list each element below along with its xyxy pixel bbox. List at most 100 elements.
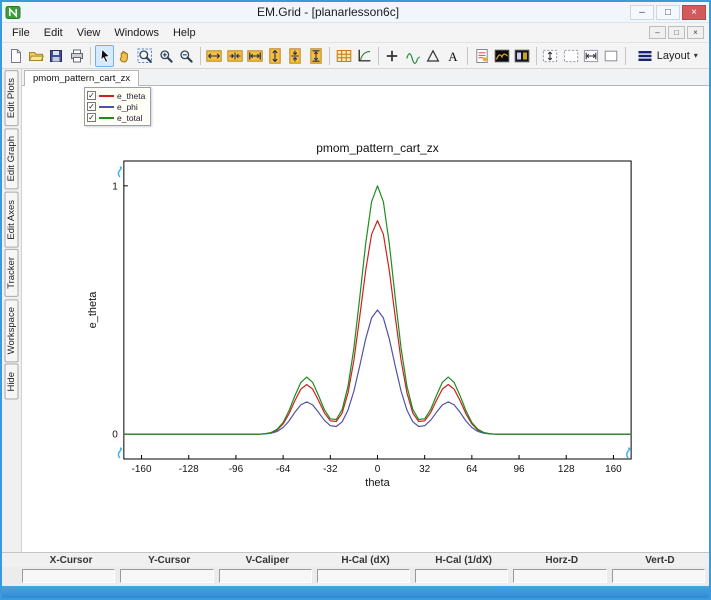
minimize-button[interactable]: – [630,5,654,20]
legend-box[interactable]: ✓e_theta✓e_phi✓e_total [84,87,151,126]
menu-edit[interactable]: Edit [37,25,70,41]
minimize-icon: – [639,7,645,18]
close-icon: × [693,28,698,37]
status-cell-x-cursor [22,569,115,583]
chart-svg[interactable]: pmom_pattern_cart_zx-160-128-96-64-32032… [22,86,709,552]
sidebar-tab-edit-plots[interactable]: Edit Plots [5,70,19,126]
add-text-button[interactable]: A [444,45,463,67]
y-axis-label: e_theta [87,291,99,329]
window-controls: – □ × [630,5,706,20]
status-cell-y-cursor [120,569,213,583]
slice-x-button[interactable] [581,45,600,67]
open-icon [28,48,44,64]
slice-y-button[interactable] [541,45,560,67]
legend-item-e-phi[interactable]: ✓ e_phi [87,101,145,112]
close-icon: × [691,7,697,18]
status-cell-h-cal-1-dx [415,569,508,583]
grid-icon [336,48,352,64]
checkbox-e-theta[interactable]: ✓ [87,91,96,100]
legend-label-e-phi: e_phi [117,102,138,112]
y-tick-label: 1 [112,181,118,192]
toolbar-separator [536,47,537,65]
status-cell-horz-d [513,569,606,583]
blank-box-icon [603,48,619,64]
zoom-in-icon [158,48,174,64]
status-bar-labels: X-CursorY-CursorV-CaliperH-Cal (dX)H-Cal… [2,552,709,567]
pan-button[interactable] [115,45,134,67]
close-button[interactable]: × [682,5,706,20]
checkbox-e-total[interactable]: ✓ [87,113,96,122]
sidebar-tab-tracker[interactable]: Tracker [5,249,19,297]
sidebar-tab-edit-axes[interactable]: Edit Axes [5,192,19,248]
blank-box-button[interactable] [602,45,621,67]
region-box-button[interactable] [561,45,580,67]
sidebar-tab-workspace[interactable]: Workspace [5,299,19,362]
expand-y-button[interactable] [265,45,284,67]
mdi-restore-button[interactable]: □ [668,26,685,39]
resize-handle-icon[interactable] [627,448,630,458]
add-curve-button[interactable] [403,45,422,67]
toolbar-separator [625,47,626,65]
legend-item-e-theta[interactable]: ✓e_theta [87,90,145,101]
x-tick-label: 64 [466,464,478,475]
add-triangle-button[interactable] [423,45,442,67]
series-e-phi[interactable] [112,310,643,434]
print-button[interactable] [67,45,86,67]
select-button[interactable] [95,45,114,67]
add-triangle-icon [425,48,441,64]
full-x-button[interactable] [245,45,264,67]
toolbar: A Layout▾ [2,43,709,69]
checkbox-e-phi[interactable]: ✓ [87,102,96,111]
open-button[interactable] [26,45,45,67]
annotate-button[interactable] [472,45,491,67]
resize-handle-icon[interactable] [118,448,121,458]
layout-button[interactable]: Layout▾ [630,45,705,67]
expand-y-icon [267,48,283,64]
status-cell-v-caliper [219,569,312,583]
menu-help[interactable]: Help [166,25,203,41]
zoom-in-button[interactable] [156,45,175,67]
zoom-window-button[interactable] [136,45,155,67]
image-map-button[interactable] [512,45,531,67]
image-map-icon [514,48,530,64]
zoom-out-button[interactable] [176,45,195,67]
svg-text:A: A [449,48,459,63]
document-tab-pmom-pattern-cart-zx[interactable]: pmom_pattern_cart_zx [24,70,139,86]
image-dark-button[interactable] [492,45,511,67]
sidebar-tab-hide[interactable]: Hide [5,364,19,400]
annotate-icon [474,48,490,64]
menu-windows[interactable]: Windows [107,25,166,41]
maximize-button[interactable]: □ [656,5,680,20]
series-e-theta[interactable] [112,221,643,435]
add-text-icon: A [445,48,461,64]
full-y-button[interactable] [306,45,325,67]
grid-button[interactable] [334,45,353,67]
shrink-y-button[interactable] [286,45,305,67]
mdi-minimize-button[interactable]: – [649,26,666,39]
app-logo-icon [5,5,22,20]
shrink-x-button[interactable] [225,45,244,67]
sidebar-tab-edit-graph[interactable]: Edit Graph [5,128,19,189]
plot-canvas[interactable]: ✓e_theta✓e_phi✓e_total pmom_pattern_cart… [22,86,709,552]
save-button[interactable] [47,45,66,67]
x-tick-label: -160 [132,464,152,475]
expand-x-button[interactable] [205,45,224,67]
region-box-icon [563,48,579,64]
status-label-h-cal-1-dx: H-Cal (1/dX) [415,555,513,566]
menu-view[interactable]: View [70,25,108,41]
x-tick-label: 128 [558,464,575,475]
toolbar-separator [329,47,330,65]
x-tick-label: 96 [513,464,525,475]
mdi-close-button[interactable]: × [687,26,704,39]
menu-file[interactable]: File [5,25,37,41]
maximize-icon: □ [665,7,671,18]
x-tick-label: -128 [179,464,199,475]
axes-button[interactable] [355,45,374,67]
layout-label: Layout [657,50,690,62]
legend-item-e-total[interactable]: ✓ e_total [87,112,145,123]
new-button[interactable] [6,45,25,67]
resize-handle-icon[interactable] [118,167,121,177]
legend-label-e-total: e_total [117,113,143,123]
status-bar-cells [2,567,709,586]
add-cross-button[interactable] [383,45,402,67]
